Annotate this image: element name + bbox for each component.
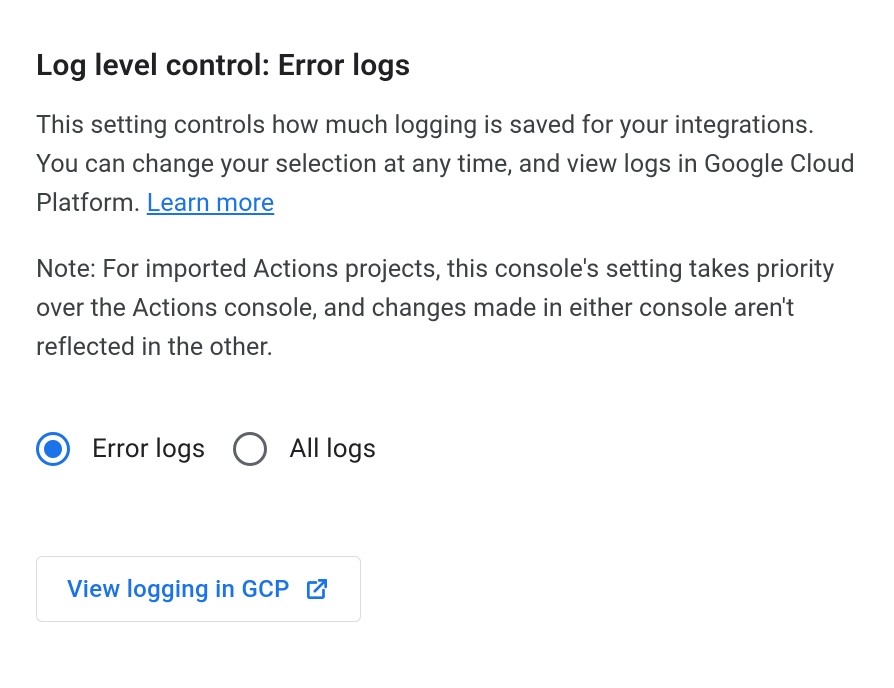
learn-more-link[interactable]: Learn more	[147, 189, 274, 218]
radio-label-error-logs: Error logs	[92, 434, 205, 464]
external-link-icon	[304, 576, 330, 602]
radio-label-all-logs: All logs	[289, 434, 376, 464]
view-logging-label: View logging in GCP	[67, 575, 290, 603]
radio-option-error-logs[interactable]: Error logs	[36, 432, 205, 466]
radio-option-all-logs[interactable]: All logs	[233, 432, 376, 466]
radio-icon-selected	[36, 432, 70, 466]
view-logging-button[interactable]: View logging in GCP	[36, 556, 361, 622]
log-level-radio-group: Error logs All logs	[36, 432, 858, 466]
radio-icon-unselected	[233, 432, 267, 466]
description-text: This setting controls how much logging i…	[36, 107, 858, 223]
page-heading: Log level control: Error logs	[36, 48, 858, 83]
note-text: Note: For imported Actions projects, thi…	[36, 251, 858, 367]
